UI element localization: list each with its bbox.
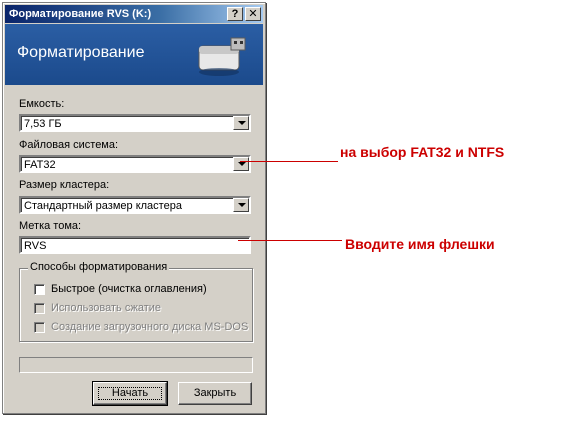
window-title: Форматирование RVS (K:) — [9, 8, 152, 20]
close-dialog-button[interactable]: Закрыть — [178, 382, 252, 405]
cluster-select[interactable]: Стандартный размер кластера — [19, 196, 251, 214]
volume-annotation-line — [238, 240, 342, 241]
checkbox-icon — [34, 322, 45, 333]
start-button[interactable]: Начать — [92, 381, 168, 406]
filesystem-label: Файловая система: — [19, 139, 119, 151]
filesystem-annotation-line — [240, 161, 338, 162]
filesystem-value: FAT32 — [24, 159, 56, 171]
cluster-value: Стандартный размер кластера — [24, 200, 182, 212]
start-button-label: Начать — [94, 383, 166, 404]
help-button[interactable]: ? — [227, 7, 243, 21]
quick-format-label[interactable]: Быстрое (очистка оглавления) — [51, 283, 207, 295]
cluster-label: Размер кластера: — [19, 179, 110, 191]
banner-title: Форматирование — [17, 44, 145, 61]
format-dialog: Форматирование RVS (K:) ? ✕ Форматирован… — [2, 2, 266, 414]
msdos-boot-label: Создание загрузочного диска MS-DOS — [51, 321, 249, 333]
capacity-select[interactable]: 7,53 ГБ — [19, 114, 251, 132]
volume-input[interactable]: RVS — [19, 236, 251, 254]
volume-value: RVS — [24, 240, 47, 252]
checkbox-icon — [34, 303, 45, 314]
dropdown-arrow-icon[interactable] — [233, 157, 249, 171]
format-options-legend: Способы форматирования — [28, 261, 170, 273]
dropdown-arrow-icon[interactable] — [233, 116, 249, 130]
format-progress-bar — [19, 357, 253, 373]
close-button[interactable]: ✕ — [245, 7, 261, 21]
filesystem-annotation: на выбор FAT32 и NTFS — [340, 144, 505, 160]
capacity-value: 7,53 ГБ — [24, 118, 62, 130]
format-options-group: Способы форматирования Быстрое (очистка … — [19, 261, 253, 342]
volume-label: Метка тома: — [19, 220, 82, 232]
usb-drive-icon — [198, 37, 246, 76]
capacity-label: Емкость: — [19, 98, 65, 110]
compression-label: Использовать сжатие — [51, 302, 162, 314]
checkbox-icon[interactable] — [34, 284, 45, 295]
volume-annotation: Вводите имя флешки — [345, 236, 495, 252]
filesystem-select[interactable]: FAT32 — [19, 155, 251, 173]
dropdown-arrow-icon[interactable] — [233, 198, 249, 212]
title-bar[interactable]: Форматирование RVS (K:) ? ✕ — [5, 5, 263, 23]
header-banner: Форматирование — [5, 24, 263, 85]
